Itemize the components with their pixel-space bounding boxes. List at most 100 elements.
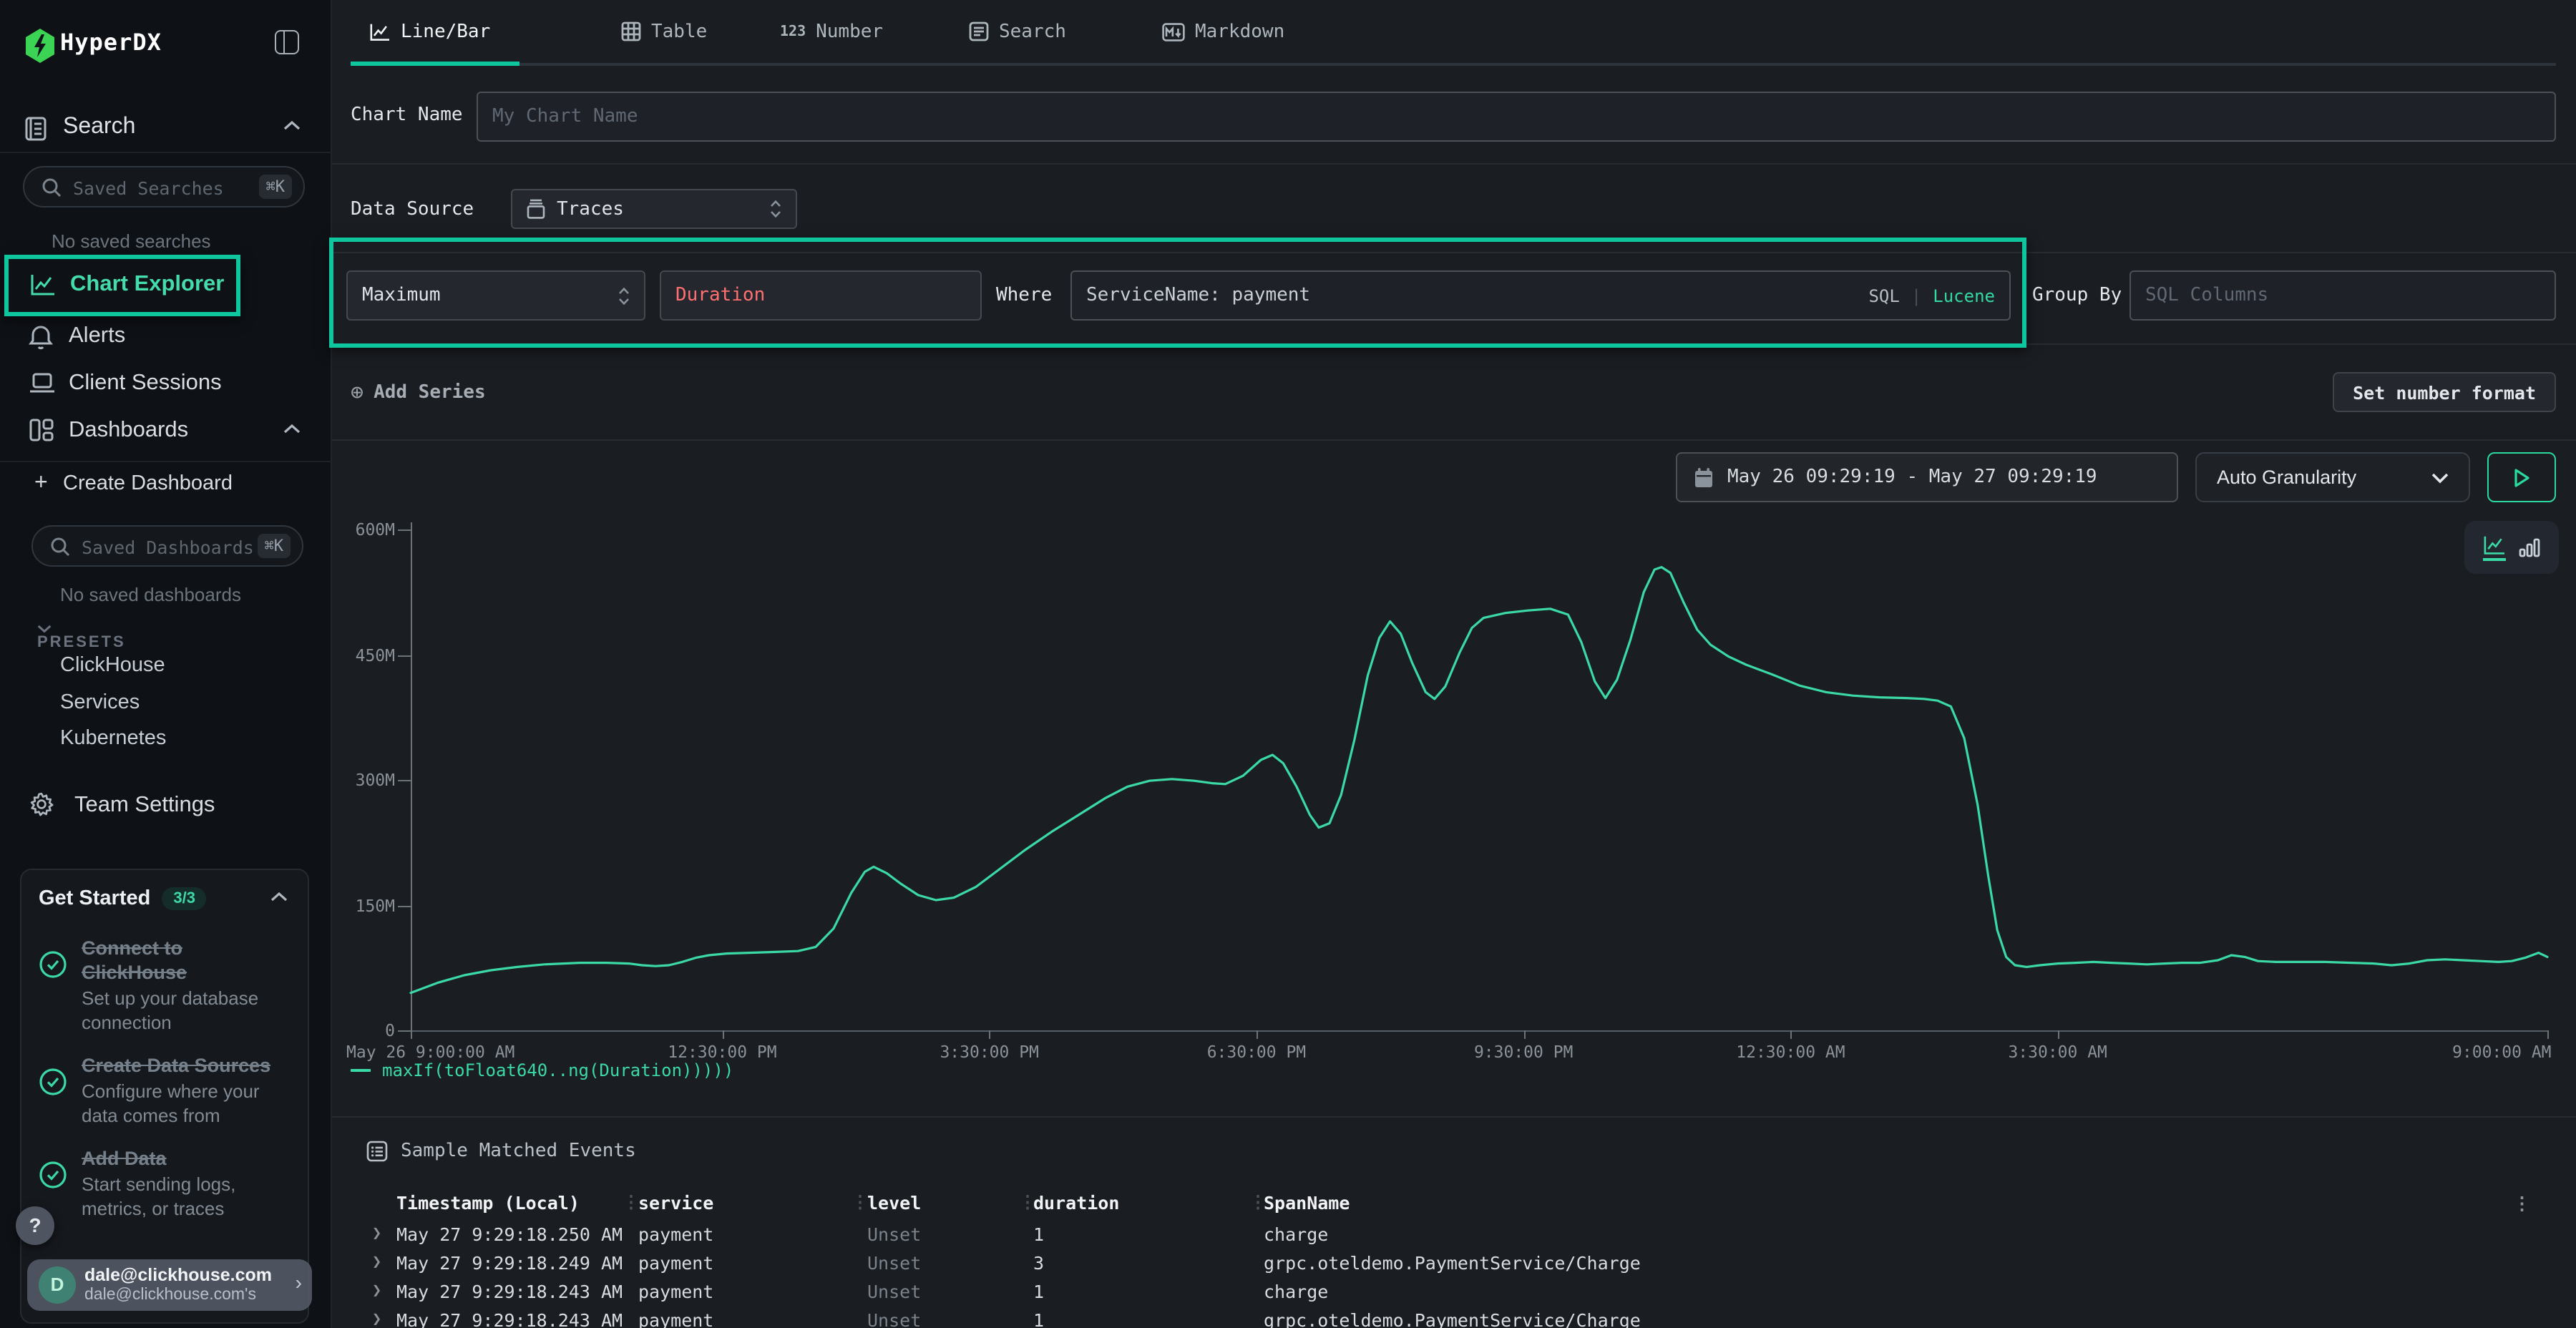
row-expand-chevron-icon[interactable]: ❯: [372, 1309, 381, 1328]
events-column-header[interactable]: SpanName: [1264, 1192, 1350, 1214]
sidebar-item-label: Search: [63, 114, 135, 140]
sidebar-item-search[interactable]: Search: [0, 109, 332, 149]
line-chart-plot[interactable]: [411, 529, 2547, 1030]
x-tick-label: 9:30:00 PM: [1474, 1042, 1574, 1062]
sidebar-item-dashboards[interactable]: Dashboards: [0, 411, 332, 451]
table-row[interactable]: ❯May 27 9:29:18.243 AMpaymentUnset1grpc.…: [332, 1307, 2576, 1328]
help-button[interactable]: ?: [16, 1206, 54, 1245]
create-dashboard-button[interactable]: + Create Dashboard: [0, 468, 332, 502]
table-row[interactable]: ❯May 27 9:29:18.250 AMpaymentUnset1charg…: [332, 1221, 2576, 1249]
row-expand-chevron-icon[interactable]: ❯: [372, 1224, 381, 1242]
select-chevrons-icon: [618, 285, 630, 306]
x-tick-mark: [1790, 1030, 1792, 1039]
granularity-select[interactable]: Auto Granularity: [2195, 452, 2470, 502]
aggregation-select[interactable]: Maximum: [346, 270, 645, 321]
sidebar-item-chart-explorer[interactable]: Chart Explorer: [4, 255, 240, 316]
sidebar-item-alerts[interactable]: Alerts: [0, 316, 332, 356]
y-tick-label: 300M: [332, 770, 395, 790]
x-tick-label: 6:30:00 PM: [1207, 1042, 1307, 1062]
column-resize-grip[interactable]: ⋮: [623, 1192, 640, 1212]
events-column-header[interactable]: duration: [1033, 1192, 1119, 1214]
y-tick-mark: [398, 1030, 411, 1032]
aggregation-value: Maximum: [362, 285, 441, 306]
sidebar-preset-kubernetes[interactable]: Kubernetes: [60, 727, 166, 756]
lucene-toggle[interactable]: Lucene: [1933, 285, 1995, 306]
y-tick-label: 450M: [332, 645, 395, 665]
get-started-item-title: Create Data Sources: [82, 1053, 291, 1078]
tab-search[interactable]: Search: [950, 0, 1085, 63]
table-row[interactable]: ❯May 27 9:29:18.243 AMpaymentUnset1charg…: [332, 1278, 2576, 1307]
table-cell: 3: [1033, 1252, 1044, 1274]
get-started-item[interactable]: Create Data Sources Configure where your…: [39, 1053, 291, 1128]
chart-name-placeholder: My Chart Name: [492, 106, 638, 127]
user-menu-chip[interactable]: D dale@clickhouse.com dale@clickhouse.co…: [27, 1259, 312, 1311]
x-tick-mark: [722, 1030, 723, 1039]
tab-table[interactable]: Table: [602, 0, 726, 63]
brand-title: HyperDX: [60, 29, 162, 56]
tab-line-bar[interactable]: Line/Bar: [351, 0, 509, 63]
x-tick-mark: [1257, 1030, 1258, 1039]
chevron-up-icon: [270, 892, 288, 903]
sidebar-item-team-settings[interactable]: Team Settings: [0, 786, 332, 826]
chevron-right-icon: ›: [296, 1271, 302, 1294]
add-series-row: ⊕ Add Series Set number format: [332, 345, 2576, 441]
table-cell: grpc.oteldemo.PaymentService/Charge: [1264, 1252, 1641, 1274]
get-started-item[interactable]: Connect to ClickHouse Set up your databa…: [39, 936, 291, 1035]
no-saved-dashboards-text: No saved dashboards: [60, 584, 241, 605]
column-resize-grip[interactable]: ⋮: [1249, 1192, 1267, 1212]
group-by-placeholder: SQL Columns: [2145, 285, 2268, 306]
events-column-header[interactable]: Timestamp (Local): [396, 1192, 580, 1214]
x-tick-label: 12:30:00 PM: [668, 1042, 776, 1062]
query-language-toggle: SQL | Lucene: [1868, 285, 1995, 306]
get-started-header[interactable]: Get Started3/3: [39, 886, 291, 917]
data-source-select[interactable]: Traces: [511, 189, 797, 229]
events-column-header[interactable]: level: [867, 1192, 921, 1214]
sidebar-item-client-sessions[interactable]: Client Sessions: [0, 363, 332, 404]
sidebar-item-label: Client Sessions: [69, 371, 222, 396]
x-tick-mark: [2058, 1030, 2059, 1039]
table-cell: May 27 9:29:18.243 AM: [396, 1281, 623, 1302]
chart-name-row: Chart Name My Chart Name: [332, 66, 2576, 165]
chart-name-input[interactable]: My Chart Name: [477, 92, 2556, 142]
table-cell: May 27 9:29:18.249 AM: [396, 1252, 623, 1274]
sidebar-preset-clickhouse[interactable]: ClickHouse: [60, 654, 165, 683]
row-expand-chevron-icon[interactable]: ❯: [372, 1281, 381, 1299]
set-number-format-button[interactable]: Set number format: [2333, 372, 2556, 412]
x-tick-mark: [2547, 1030, 2549, 1039]
y-tick-label: 150M: [332, 895, 395, 915]
date-range-picker[interactable]: May 26 09:29:19 - May 27 09:29:19: [1676, 452, 2178, 502]
run-query-button[interactable]: [2487, 452, 2556, 502]
no-saved-searches-text: No saved searches: [52, 230, 211, 252]
hyperdx-chart-explorer-page: HyperDX Search Saved Searches ⌘K No save…: [0, 0, 2576, 1328]
where-input[interactable]: ServiceName: payment SQL | Lucene: [1070, 270, 2011, 321]
sample-events-header[interactable]: Sample Matched Events: [332, 1138, 2576, 1166]
column-resize-grip[interactable]: ⋮: [1019, 1192, 1036, 1212]
saved-searches-input[interactable]: Saved Searches ⌘K: [23, 166, 305, 208]
row-expand-chevron-icon[interactable]: ❯: [372, 1252, 381, 1271]
group-by-input[interactable]: SQL Columns: [2129, 270, 2556, 321]
sql-toggle[interactable]: SQL: [1868, 285, 1899, 306]
field-input[interactable]: Duration: [660, 270, 982, 321]
x-tick-label: 3:30:00 AM: [2008, 1042, 2107, 1062]
chevron-up-icon: [283, 120, 301, 132]
table-cell: charge: [1264, 1224, 1328, 1245]
tab-number[interactable]: 123 Number: [761, 0, 902, 63]
saved-dashboards-input[interactable]: Saved Dashboards ⌘K: [31, 525, 303, 567]
sidebar: HyperDX Search Saved Searches ⌘K No save…: [0, 0, 332, 1328]
events-column-header[interactable]: service: [638, 1192, 713, 1214]
events-menu-icon[interactable]: ⋮: [2513, 1192, 2531, 1214]
column-resize-grip[interactable]: ⋮: [852, 1192, 869, 1212]
saved-dashboards-placeholder: Saved Dashboards: [82, 537, 254, 558]
sample-events-panel: Sample Matched Events Timestamp (Local) s…: [332, 1116, 2576, 1328]
presets-section-header[interactable]: PRESETS: [37, 624, 126, 651]
sidebar-collapse-icon[interactable]: [275, 30, 299, 54]
add-series-button[interactable]: ⊕ Add Series: [351, 379, 486, 405]
sidebar-preset-services[interactable]: Services: [60, 690, 140, 719]
table-row[interactable]: ❯May 27 9:29:18.249 AMpaymentUnset3grpc.…: [332, 1249, 2576, 1278]
get-started-item[interactable]: Add Data Start sending logs, metrics, or…: [39, 1146, 291, 1221]
table-cell: 1: [1033, 1224, 1044, 1245]
check-circle-icon: [39, 1053, 67, 1128]
x-tick-label: 3:30:00 PM: [940, 1042, 1039, 1062]
tab-markdown[interactable]: Markdown: [1143, 0, 1303, 63]
chart-x-axis: [411, 1030, 2547, 1032]
